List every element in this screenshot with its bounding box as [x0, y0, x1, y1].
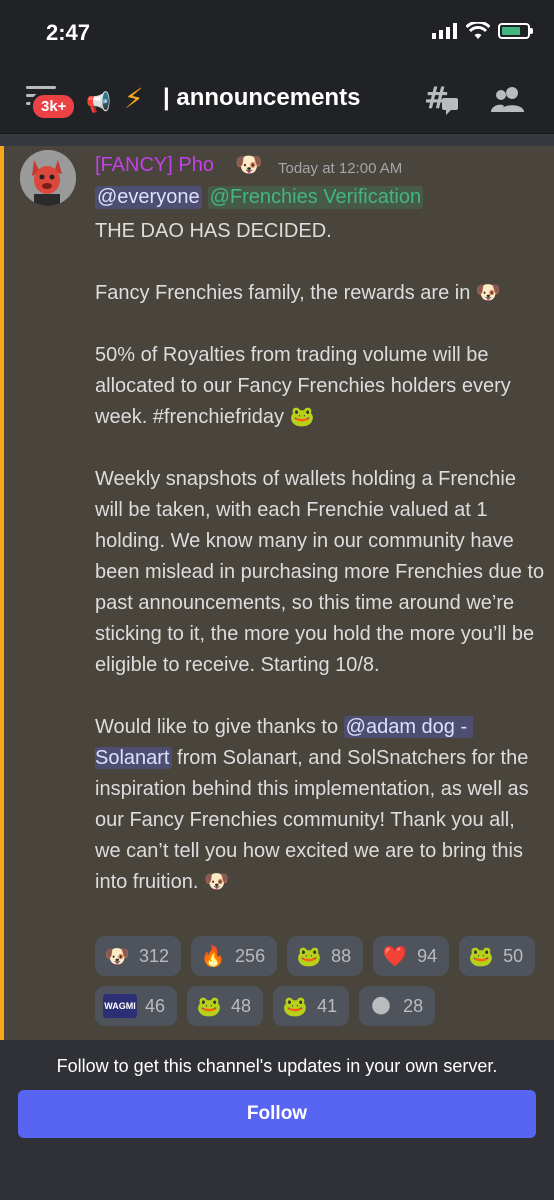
- reaction[interactable]: 🌑 28: [359, 986, 436, 1026]
- message: [FANCY] Pho 🐶 Today at 12:00 AM @everyon…: [0, 146, 554, 1046]
- message-text: Would like to give thanks to: [95, 716, 344, 738]
- reaction-count: 41: [317, 995, 338, 1016]
- reaction-count: 312: [139, 945, 170, 966]
- channel-name: announcements: [176, 84, 361, 111]
- reaction-count: 48: [231, 995, 252, 1016]
- channel-header: 3k+ 📢 ⚡ | announcements #: [0, 64, 554, 134]
- reaction[interactable]: 🐸 41: [273, 986, 350, 1026]
- mention-highlight-bar: [0, 146, 4, 1046]
- avatar[interactable]: [20, 150, 76, 206]
- reaction[interactable]: 🐸 88: [287, 936, 364, 976]
- wifi-icon: [466, 22, 490, 39]
- frenchie-avatar-icon: [20, 150, 76, 206]
- reaction-emoji: 🔥: [200, 945, 226, 968]
- message-paragraph: Would like to give thanks to @adam dog -…: [95, 712, 545, 898]
- threads-icon[interactable]: #: [424, 82, 460, 118]
- reaction-count: 256: [235, 945, 266, 966]
- battery-level: [502, 27, 520, 35]
- signal-icon: [432, 23, 457, 39]
- status-time: 2:47: [46, 20, 91, 45]
- pug-icon: 🐶: [235, 152, 263, 177]
- reaction[interactable]: WAGMI 46: [95, 986, 178, 1026]
- reaction[interactable]: ❤️ 94: [373, 936, 450, 976]
- reactions: 🐶 312 🔥 256 🐸 88 ❤️ 94 🐸 50 WAGMI 46 🐸 48 🐸 41 🌑…: [95, 936, 550, 1026]
- mentions: @everyone @Frenchies Verification: [95, 186, 424, 209]
- reaction-emoji: 🐸: [296, 945, 322, 968]
- message-body: THE DAO HAS DECIDED. Fancy Frenchies fam…: [95, 216, 545, 929]
- bolt-icon: ⚡: [124, 83, 144, 114]
- channel-title[interactable]: | announcements: [163, 84, 360, 112]
- reaction-emoji: 🌑: [370, 995, 392, 1018]
- status-icons: [432, 22, 533, 40]
- reaction[interactable]: 🐸 48: [187, 986, 264, 1026]
- reaction-count: 50: [503, 945, 524, 966]
- follow-panel: Follow to get this channel's updates in …: [0, 1040, 554, 1200]
- follow-button[interactable]: Follow: [18, 1090, 536, 1138]
- message-paragraph: Fancy Frenchies family, the rewards are …: [95, 282, 501, 304]
- reaction-count: 46: [145, 995, 166, 1016]
- message-paragraph: 50% of Royalties from trading volume wil…: [95, 344, 517, 428]
- reaction[interactable]: 🔥 256: [191, 936, 278, 976]
- reaction-count: 88: [331, 945, 352, 966]
- message-paragraph: Weekly snapshots of wallets holding a Fr…: [95, 468, 550, 676]
- battery-icon: [498, 23, 533, 39]
- follow-description: Follow to get this channel's updates in …: [56, 1056, 498, 1076]
- message-line: THE DAO HAS DECIDED.: [95, 220, 332, 242]
- reaction-emoji: ❤️: [382, 945, 408, 968]
- reaction[interactable]: 🐸 50: [459, 936, 536, 976]
- mention-role[interactable]: @Frenchies Verification: [207, 186, 424, 209]
- reaction-count: 28: [403, 995, 424, 1016]
- reaction-emoji: 🐸: [196, 995, 222, 1018]
- reaction-emoji: 🐸: [468, 945, 494, 968]
- members-icon[interactable]: [490, 84, 526, 116]
- reaction-emoji: 🐶: [104, 945, 130, 968]
- author-name[interactable]: [FANCY] Pho: [95, 154, 214, 177]
- reaction-emoji: 🐸: [282, 995, 308, 1018]
- mention-everyone[interactable]: @everyone: [95, 186, 202, 209]
- unread-badge: 3k+: [30, 92, 78, 121]
- reaction-emoji: WAGMI: [103, 994, 137, 1018]
- status-bar: 2:47: [0, 0, 554, 64]
- timestamp: Today at 12:00 AM: [278, 160, 403, 177]
- megaphone-icon: 📢: [86, 92, 111, 114]
- reaction-count: 94: [417, 945, 438, 966]
- reaction[interactable]: 🐶 312: [95, 936, 182, 976]
